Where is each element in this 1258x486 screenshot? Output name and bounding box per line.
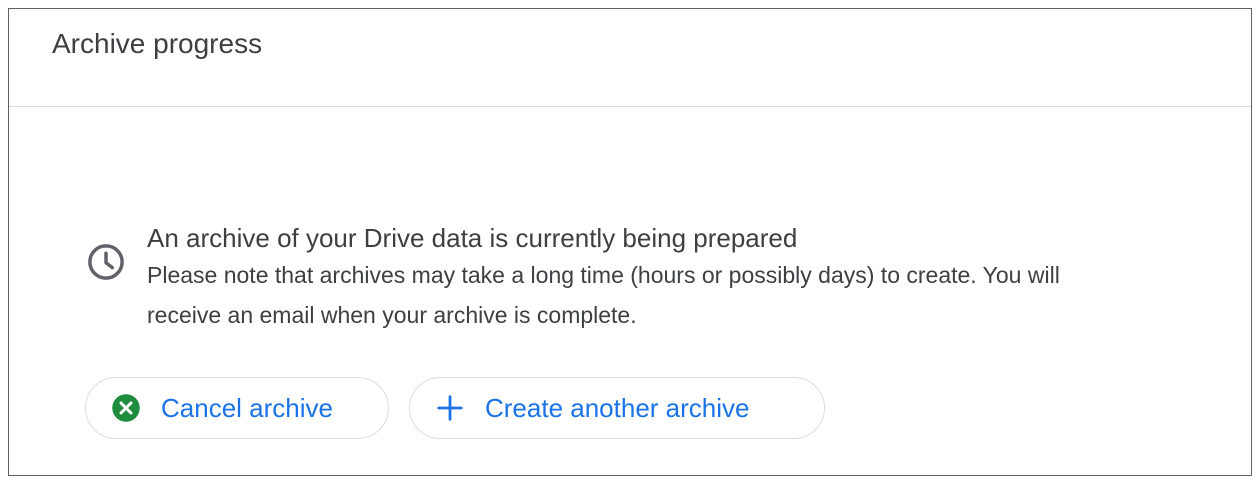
plus-icon: [437, 395, 463, 421]
cancel-circle-icon: [112, 394, 140, 422]
status-text: An archive of your Drive data is current…: [147, 221, 1237, 335]
status-heading: An archive of your Drive data is current…: [147, 223, 798, 253]
archive-progress-card: Archive progress An archive of your Driv…: [8, 8, 1252, 476]
cancel-archive-button[interactable]: Cancel archive: [85, 377, 389, 439]
card-header: Archive progress: [9, 9, 1251, 107]
status-note-line-2: receive an email when your archive is co…: [147, 302, 637, 328]
clock-icon: [88, 244, 124, 280]
page-title: Archive progress: [52, 28, 263, 59]
create-another-archive-button[interactable]: Create another archive: [409, 377, 825, 439]
cancel-archive-label: Cancel archive: [161, 392, 333, 423]
status-note-line-1: Please note that archives may take a lon…: [147, 262, 1060, 288]
create-another-archive-label: Create another archive: [485, 392, 750, 423]
